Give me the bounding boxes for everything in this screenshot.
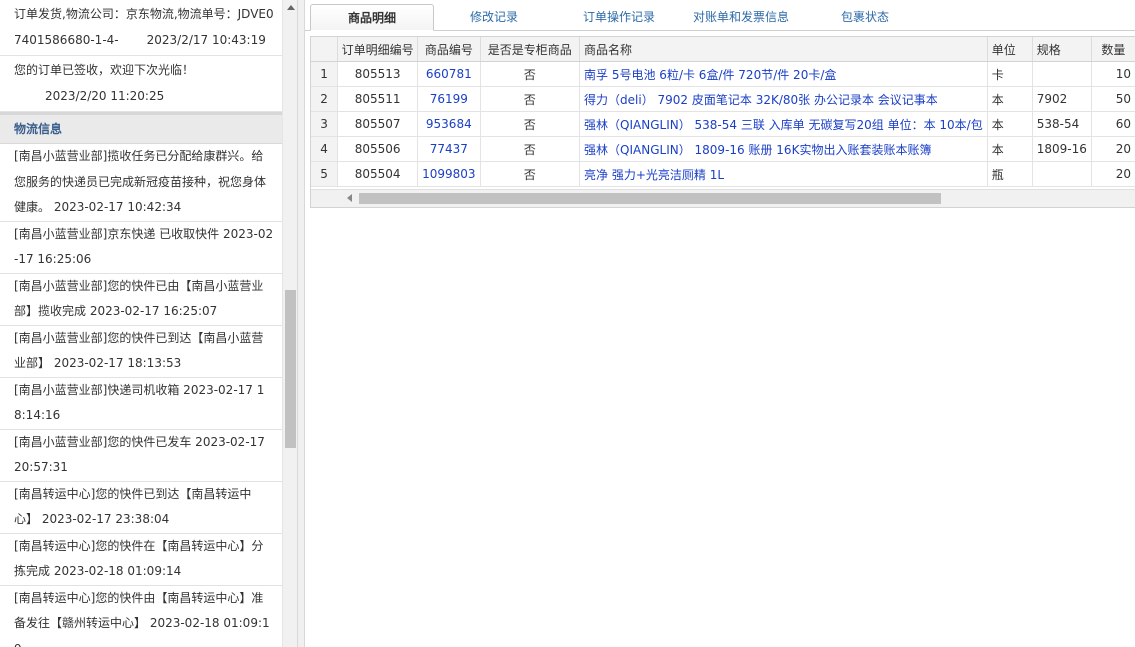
cell-detail-id: 805504 bbox=[337, 161, 419, 187]
cell-unit: 瓶 bbox=[987, 161, 1033, 187]
order-status-entry: 您的订单已签收，欢迎下次光临！ 2023/2/20 11:20:25 bbox=[0, 56, 282, 112]
row-number: 1 bbox=[311, 61, 339, 87]
logistics-item: [南昌转运中心]您的快件已到达【南昌转运中心】 2023-02-17 23:38… bbox=[0, 482, 282, 534]
horizontal-scrollbar[interactable] bbox=[311, 189, 1135, 207]
cell-unit: 卡 bbox=[987, 61, 1033, 87]
cell-product-id[interactable]: 76199 bbox=[417, 86, 481, 112]
logistics-item: [南昌转运中心]您的快件由【南昌转运中心】准备发往【赣州转运中心】 2023-0… bbox=[0, 586, 282, 647]
col-header-spec[interactable]: 规格 bbox=[1032, 37, 1092, 62]
cell-product-id[interactable]: 953684 bbox=[417, 111, 481, 137]
cell-product-name[interactable]: 亮净 强力+光亮洁厕精 1L bbox=[579, 161, 988, 187]
product-grid: 订单明细编号 商品编号 是否是专柜商品 商品名称 单位 规格 数量 1 80551… bbox=[310, 36, 1135, 208]
cell-counter: 否 bbox=[480, 136, 581, 162]
col-header-detail-id[interactable]: 订单明细编号 bbox=[337, 37, 419, 62]
scroll-up-arrow-icon[interactable] bbox=[287, 5, 295, 10]
cell-unit: 本 bbox=[987, 111, 1033, 137]
left-panel: 订单发货,物流公司：京东物流,物流单号：JDVE07401586680-1-4-… bbox=[0, 0, 297, 647]
cell-qty: 10 bbox=[1091, 61, 1135, 87]
tab-change-log[interactable]: 修改记录 bbox=[445, 4, 543, 30]
cell-detail-id: 805513 bbox=[337, 61, 419, 87]
table-row[interactable]: 5 805504 1099803 否亮净 强力+光亮洁厕精 1L 瓶 20 bbox=[311, 161, 1135, 187]
order-status-text: 订单发货,物流公司：京东物流,物流单号：JDVE07401586680-1-4-… bbox=[14, 7, 274, 47]
table-row[interactable]: 1 805513 660781 否南孚 5号电池 6粒/卡 6盒/件 720节/件 2… bbox=[311, 61, 1135, 87]
table-row[interactable]: 4 805506 77437 否强林（QIANGLIN） 1809-16 账册 16K… bbox=[311, 136, 1135, 162]
tab-bar: 商品明细 修改记录 订单操作记录 对账单和发票信息 包裹状态 bbox=[305, 0, 1135, 31]
logistics-header: 物流信息 bbox=[0, 112, 282, 144]
table-row[interactable]: 2 805511 76199 否得力（deli） 7902 皮面笔记本 32K/80张… bbox=[311, 86, 1135, 112]
cell-detail-id: 805511 bbox=[337, 86, 419, 112]
scroll-thumb[interactable] bbox=[285, 290, 296, 448]
cell-spec: 538-54 bbox=[1032, 111, 1092, 137]
logistics-item: [南昌小蓝营业部]您的快件已发车 2023-02-17 20:57:31 bbox=[0, 430, 282, 482]
col-header-unit[interactable]: 单位 bbox=[987, 37, 1033, 62]
col-header-rownum bbox=[311, 37, 339, 62]
cell-product-name[interactable]: 南孚 5号电池 6粒/卡 6盒/件 720节/件 20卡/盒 bbox=[579, 61, 988, 87]
tab-statement-invoice[interactable]: 对账单和发票信息 bbox=[685, 4, 797, 30]
row-number: 3 bbox=[311, 111, 339, 137]
cell-counter: 否 bbox=[480, 61, 581, 87]
col-header-counter[interactable]: 是否是专柜商品 bbox=[480, 37, 581, 62]
row-number: 5 bbox=[311, 161, 339, 187]
left-scrollbar[interactable] bbox=[282, 0, 297, 647]
logistics-item: [南昌小蓝营业部]快递司机收箱 2023-02-17 18:14:16 bbox=[0, 378, 282, 430]
cell-spec bbox=[1032, 61, 1092, 87]
cell-unit: 本 bbox=[987, 136, 1033, 162]
col-header-name[interactable]: 商品名称 bbox=[579, 37, 988, 62]
col-header-qty[interactable]: 数量 bbox=[1091, 37, 1135, 62]
logistics-list: [南昌小蓝营业部]揽收任务已分配给康群兴。给您服务的快递员已完成新冠疫苗接种，祝… bbox=[0, 144, 282, 647]
scroll-left-arrow-icon[interactable] bbox=[347, 194, 352, 202]
order-status-time: 2023/2/20 11:20:25 bbox=[45, 88, 165, 103]
row-number: 2 bbox=[311, 86, 339, 112]
cell-product-id[interactable]: 77437 bbox=[417, 136, 481, 162]
col-header-product-id[interactable]: 商品编号 bbox=[417, 37, 481, 62]
cell-qty: 20 bbox=[1091, 136, 1135, 162]
table-header-row: 订单明细编号 商品编号 是否是专柜商品 商品名称 单位 规格 数量 bbox=[311, 37, 1135, 62]
tab-product-details[interactable]: 商品明细 bbox=[310, 4, 434, 31]
cell-unit: 本 bbox=[987, 86, 1033, 112]
cell-counter: 否 bbox=[480, 161, 581, 187]
panel-splitter[interactable] bbox=[297, 0, 305, 647]
table-row[interactable]: 3 805507 953684 否强林（QIANGLIN） 538-54 三联 入库单… bbox=[311, 111, 1135, 137]
order-status-time: 2023/2/17 10:43:19 bbox=[146, 32, 266, 47]
cell-qty: 60 bbox=[1091, 111, 1135, 137]
cell-product-name[interactable]: 得力（deli） 7902 皮面笔记本 32K/80张 办公记录本 会议记事本 bbox=[579, 86, 988, 112]
cell-product-name[interactable]: 强林（QIANGLIN） 1809-16 账册 16K实物出入账套装账本账簿 bbox=[579, 136, 988, 162]
logistics-item: [南昌小蓝营业部]您的快件已到达【南昌小蓝营业部】 2023-02-17 18:… bbox=[0, 326, 282, 378]
logistics-item: [南昌小蓝营业部]您的快件已由【南昌小蓝营业部】揽收完成 2023-02-17 … bbox=[0, 274, 282, 326]
logistics-item: [南昌小蓝营业部]揽收任务已分配给康群兴。给您服务的快递员已完成新冠疫苗接种，祝… bbox=[0, 144, 282, 222]
hscroll-thumb[interactable] bbox=[359, 193, 941, 204]
cell-spec bbox=[1032, 161, 1092, 187]
logistics-item: [南昌小蓝营业部]京东快递 已收取快件 2023-02-17 16:25:06 bbox=[0, 222, 282, 274]
cell-spec: 7902 bbox=[1032, 86, 1092, 112]
cell-detail-id: 805507 bbox=[337, 111, 419, 137]
right-panel: 商品明细 修改记录 订单操作记录 对账单和发票信息 包裹状态 订单明细编号 商品… bbox=[305, 0, 1135, 647]
logistics-item: [南昌转运中心]您的快件在【南昌转运中心】分拣完成 2023-02-18 01:… bbox=[0, 534, 282, 586]
left-content: 订单发货,物流公司：京东物流,物流单号：JDVE07401586680-1-4-… bbox=[0, 0, 282, 647]
cell-qty: 50 bbox=[1091, 86, 1135, 112]
cell-qty: 20 bbox=[1091, 161, 1135, 187]
cell-detail-id: 805506 bbox=[337, 136, 419, 162]
tab-package-status[interactable]: 包裹状态 bbox=[810, 4, 920, 30]
row-number: 4 bbox=[311, 136, 339, 162]
product-table: 订单明细编号 商品编号 是否是专柜商品 商品名称 单位 规格 数量 1 80551… bbox=[311, 37, 1135, 187]
cell-counter: 否 bbox=[480, 86, 581, 112]
order-status-text: 您的订单已签收，欢迎下次光临！ bbox=[14, 63, 195, 77]
cell-spec: 1809-16 bbox=[1032, 136, 1092, 162]
table-body: 1 805513 660781 否南孚 5号电池 6粒/卡 6盒/件 720节/件 2… bbox=[311, 61, 1135, 187]
cell-product-id[interactable]: 660781 bbox=[417, 61, 481, 87]
cell-product-name[interactable]: 强林（QIANGLIN） 538-54 三联 入库单 无碳复写20组 单位：本 … bbox=[579, 111, 988, 137]
cell-counter: 否 bbox=[480, 111, 581, 137]
order-status-entry: 订单发货,物流公司：京东物流,物流单号：JDVE07401586680-1-4-… bbox=[0, 0, 282, 56]
tab-order-operation-log[interactable]: 订单操作记录 bbox=[563, 4, 675, 30]
cell-product-id[interactable]: 1099803 bbox=[417, 161, 481, 187]
